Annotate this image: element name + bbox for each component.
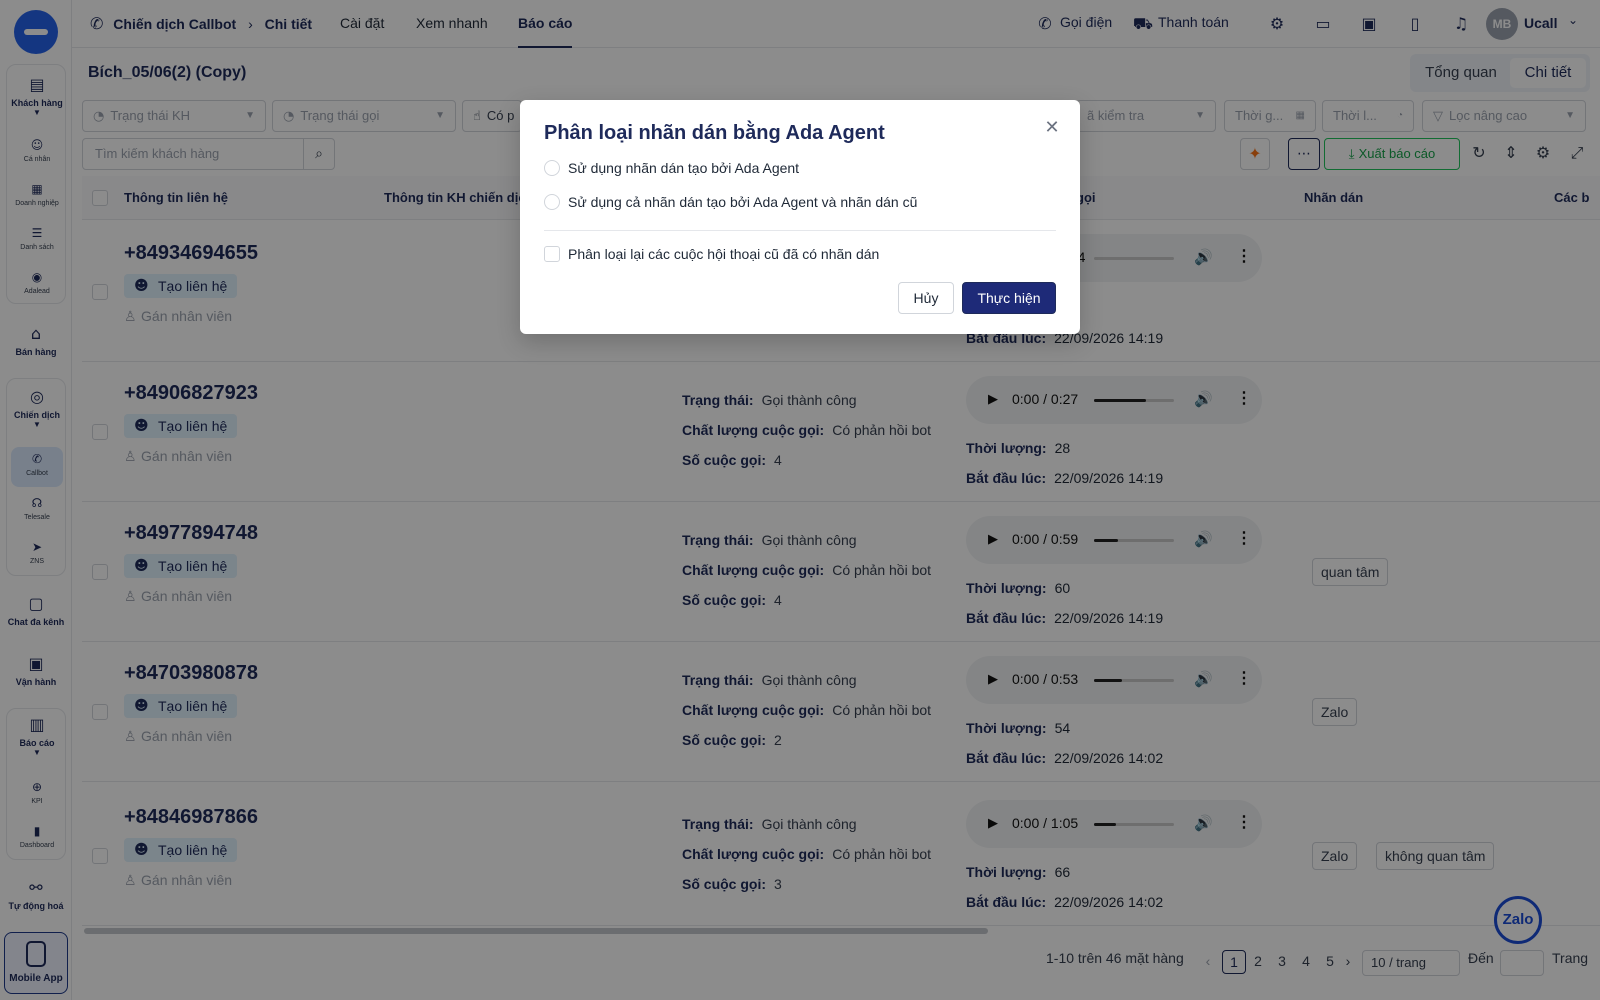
cancel-button[interactable]: Hủy xyxy=(898,282,954,314)
reclassify-checkbox[interactable] xyxy=(544,246,560,262)
confirm-button[interactable]: Thực hiện xyxy=(962,282,1056,314)
app: ▤ Khách hàng ▼ ☺ Cá nhân ▦ Doanh nghiệp … xyxy=(0,0,1600,1000)
radio-ada-and-old-labels[interactable] xyxy=(544,194,560,210)
dialog-title: Phân loại nhãn dán bằng Ada Agent xyxy=(544,122,885,144)
option-ada-labels[interactable]: Sử dụng nhãn dán tạo bởi Ada Agent xyxy=(544,160,799,176)
option-ada-and-old-labels[interactable]: Sử dụng cả nhãn dán tạo bởi Ada Agent và… xyxy=(544,194,917,210)
classify-labels-dialog: Phân loại nhãn dán bằng Ada Agent ✕ Sử d… xyxy=(520,100,1080,334)
reclassify-option[interactable]: Phân loại lại các cuộc hội thoại cũ đã c… xyxy=(544,246,879,262)
radio-ada-labels[interactable] xyxy=(544,160,560,176)
divider xyxy=(544,230,1056,231)
close-icon[interactable]: ✕ xyxy=(1042,118,1062,138)
